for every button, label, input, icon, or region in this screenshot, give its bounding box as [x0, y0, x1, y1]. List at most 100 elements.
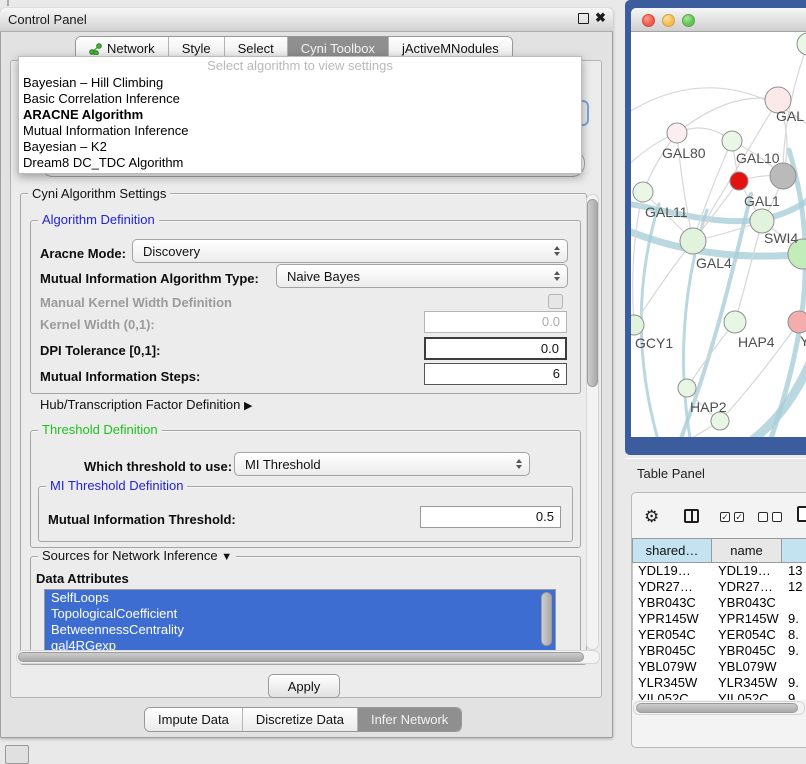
- table-row[interactable]: YBL079WYBL079W: [633, 659, 806, 675]
- network-node[interactable]: [680, 228, 706, 254]
- table-row[interactable]: YBR045CYBR045C9.: [633, 643, 806, 659]
- table-row[interactable]: YDR27…YDR27…12: [633, 579, 806, 595]
- table-rows: YDL19…YDL19…13YDR27…YDR27…12YBR043CYBR04…: [632, 563, 806, 700]
- table-cell: YDL19…: [633, 563, 713, 579]
- table-cell: 9.: [783, 611, 806, 627]
- columns-icon[interactable]: [684, 509, 699, 523]
- network-node[interactable]: [678, 379, 696, 397]
- table-row[interactable]: YBR043CYBR043C: [633, 595, 806, 611]
- mi-type-label: Mutual Information Algorithm Type:: [40, 271, 259, 286]
- right-triangle-icon: ▶: [244, 400, 252, 412]
- aracne-mode-combo[interactable]: Discovery: [132, 239, 568, 263]
- deselect-all-icon[interactable]: [772, 512, 782, 522]
- network-node[interactable]: [724, 311, 746, 333]
- kernel-width-field[interactable]: 0.0: [424, 311, 567, 333]
- tab-label: jActiveMNodules: [402, 41, 499, 56]
- node-label: GAL4: [696, 255, 732, 271]
- which-threshold-value: MI Threshold: [245, 457, 510, 472]
- mi-steps-field[interactable]: 6: [424, 363, 567, 385]
- float-window-icon[interactable]: [578, 13, 589, 24]
- apply-button[interactable]: Apply: [268, 674, 340, 698]
- mi-threshold-field[interactable]: 0.5: [420, 506, 561, 528]
- table-row[interactable]: YLR345WYLR345W9.: [633, 675, 806, 691]
- hub-definition-label: Hub/Transcription Factor Definition: [40, 397, 240, 412]
- network-edge: [677, 98, 778, 133]
- network-node[interactable]: [730, 172, 748, 190]
- minimize-traffic-light[interactable]: [662, 14, 675, 27]
- collapsed-panel-icon[interactable]: [5, 745, 29, 764]
- close-icon[interactable]: ✖: [595, 10, 606, 26]
- mi-type-combo[interactable]: Naive Bayes: [276, 264, 568, 288]
- network-node[interactable]: [667, 123, 687, 143]
- algorithm-option[interactable]: Mutual Information Inference: [19, 123, 581, 139]
- network-canvas[interactable]: GALGAL80GAL10GAL11GAL1SWI4GAL4GCY1HAP4YH…: [631, 32, 806, 437]
- column-header-shared[interactable]: shared…: [632, 538, 712, 563]
- node-label: GAL10: [736, 150, 780, 166]
- down-triangle-icon: ▼: [221, 551, 232, 563]
- screen: { "control_panel": { "title": "Control P…: [0, 0, 806, 762]
- network-node[interactable]: [770, 163, 796, 189]
- table-row[interactable]: YIL052CYIL052C9.: [633, 691, 806, 700]
- network-tab-icon: [89, 43, 102, 55]
- deselect-all-icon[interactable]: [758, 512, 768, 522]
- chevron-up-down-icon: [516, 459, 525, 469]
- algorithm-option[interactable]: Bayesian – Hill Climbing: [19, 75, 581, 91]
- data-attributes-label: Data Attributes: [36, 571, 129, 586]
- table-cell: YBL079W: [713, 659, 783, 675]
- network-node[interactable]: [633, 182, 653, 202]
- table-cell: YBR045C: [633, 643, 713, 659]
- zoom-traffic-light[interactable]: [682, 14, 695, 27]
- dpi-tolerance-field[interactable]: 0.0: [424, 337, 567, 360]
- control-panel-titlebar: [0, 8, 613, 32]
- table-cell: YPR145W: [713, 611, 783, 627]
- data-attributes-list: SelfLoopsTopologicalCoefficientBetweenne…: [44, 589, 556, 652]
- tab-discretize-data[interactable]: Discretize Data: [243, 708, 358, 731]
- hub-definition-expander[interactable]: Hub/Transcription Factor Definition ▶: [40, 397, 252, 412]
- node-label: GAL: [776, 108, 804, 124]
- dpi-tolerance-label: DPI Tolerance [0,1]:: [40, 343, 160, 358]
- network-window-titlebar: [631, 8, 806, 32]
- settings-vscroll-thumb[interactable]: [587, 199, 598, 387]
- chevron-up-down-icon: [554, 271, 563, 281]
- algorithm-option[interactable]: Dream8 DC_TDC Algorithm: [19, 155, 581, 171]
- node-label: GCY1: [635, 335, 673, 351]
- algorithm-option[interactable]: Bayesian – K2: [19, 139, 581, 155]
- table-cell: 9.: [783, 675, 806, 691]
- column-header-name[interactable]: name: [712, 538, 782, 563]
- file-icon[interactable]: [797, 506, 806, 522]
- network-node[interactable]: [797, 33, 806, 55]
- table-hscroll-thumb[interactable]: [636, 703, 798, 713]
- close-traffic-light[interactable]: [642, 14, 655, 27]
- table-cell: YIL052C: [633, 691, 713, 700]
- table-cell: YLR345W: [713, 675, 783, 691]
- table-cell: YIL052C: [713, 691, 783, 700]
- table-panel-title: Table Panel: [637, 466, 705, 481]
- data-attribute-item[interactable]: TopologicalCoefficient: [45, 606, 555, 622]
- sources-expander[interactable]: Sources for Network Inference ▼: [38, 549, 236, 564]
- algorithm-dropdown[interactable]: Select algorithm to view settings Bayesi…: [18, 56, 582, 174]
- algorithm-option[interactable]: ARACNE Algorithm: [19, 107, 581, 123]
- select-all-icon[interactable]: ✓: [720, 512, 730, 522]
- network-node[interactable]: [788, 311, 806, 333]
- table-cell: YDL19…: [713, 563, 783, 579]
- tab-impute-data[interactable]: Impute Data: [145, 708, 243, 731]
- algorithm-option[interactable]: Basic Correlation Inference: [19, 91, 581, 107]
- table-row[interactable]: YDL19…YDL19…13: [633, 563, 806, 579]
- tab-label: Impute Data: [158, 712, 229, 727]
- which-threshold-combo[interactable]: MI Threshold: [234, 452, 530, 476]
- list-scrollbar-thumb[interactable]: [541, 592, 552, 646]
- table-row[interactable]: YER054CYER054C8.: [633, 627, 806, 643]
- network-node[interactable]: [722, 131, 742, 151]
- table-cell: YER054C: [713, 627, 783, 643]
- data-attribute-item[interactable]: SelfLoops: [45, 590, 555, 606]
- node-label: HAP4: [738, 334, 775, 350]
- tab-infer-network[interactable]: Infer Network: [358, 708, 461, 731]
- gear-icon[interactable]: ⚙: [644, 508, 659, 525]
- select-all-icon[interactable]: ✓: [734, 512, 744, 522]
- column-header-a[interactable]: A: [782, 538, 806, 563]
- settings-hscroll-thumb[interactable]: [18, 652, 584, 662]
- table-row[interactable]: YPR145WYPR145W9.: [633, 611, 806, 627]
- table-cell: 12: [783, 579, 806, 595]
- data-attribute-item[interactable]: BetweennessCentrality: [45, 622, 555, 638]
- manual-kernel-checkbox[interactable]: [548, 294, 563, 309]
